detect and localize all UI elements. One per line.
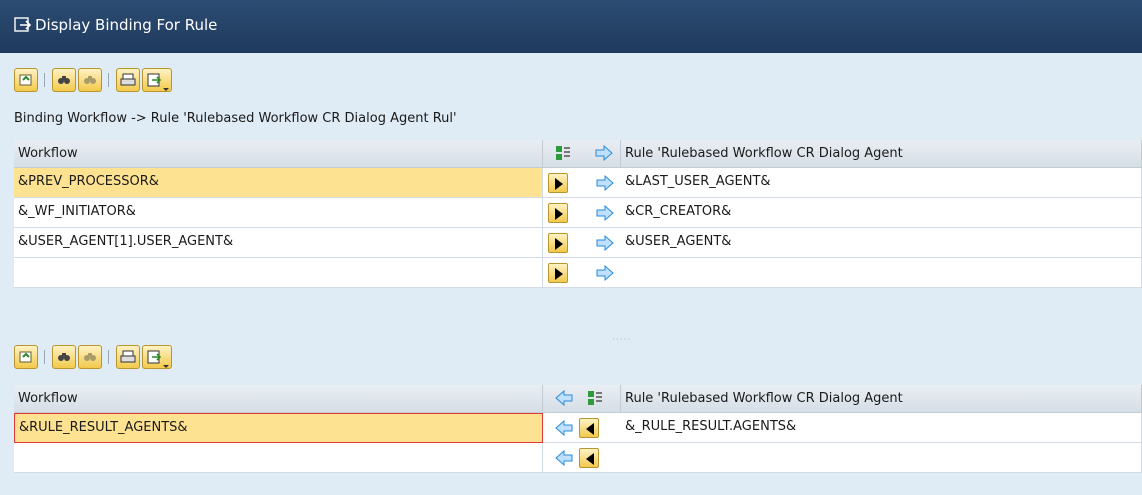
table-row-right[interactable]: &CR_CREATOR& [621,198,1142,228]
print-icon [120,350,136,363]
dropdown-icon[interactable] [163,88,169,91]
assign-button[interactable] [548,263,568,283]
window-title: Display Binding For Rule [35,16,218,34]
find-button[interactable] [52,68,76,92]
arrow-right-icon [596,205,614,221]
table-row-mid [543,258,621,288]
bottom-rule-header: Rule 'Rulebased Workflow CR Dialog Agent [621,385,1142,413]
column-header-rule: Rule 'Rulebased Workflow CR Dialog Agent [625,391,903,406]
arrow-left-icon [555,450,573,466]
assign-button[interactable] [548,173,568,193]
toolbar-separator [108,350,109,364]
assign-button[interactable] [548,233,568,253]
bottom-mid-header [543,385,621,413]
print-button[interactable] [116,345,140,369]
table-row-left[interactable]: &_WF_INITIATOR& [14,198,543,228]
table-row-left[interactable] [14,443,543,473]
refresh-icon [19,351,32,363]
binding-description: Binding Workflow -> Rule 'Rulebased Work… [14,111,457,126]
refresh-icon [19,74,32,86]
triangle-right-icon [555,208,563,220]
table-row-mid [543,168,621,198]
dropdown-icon[interactable] [163,365,169,368]
export-icon [147,73,162,87]
refresh-button[interactable] [14,68,38,92]
find-icon [58,353,70,361]
find-next-icon [84,76,96,84]
table-row-left[interactable]: &RULE_RESULT_AGENTS& [14,413,543,443]
top-workflow-header: Workflow [14,140,543,168]
arrow-right-icon [595,145,613,161]
find-button[interactable] [52,345,76,369]
toolbar-separator [44,350,45,364]
table-row-left[interactable]: &USER_AGENT[1].USER_AGENT& [14,228,543,258]
column-header-workflow: Workflow [18,146,78,161]
table-row-mid [543,228,621,258]
top-toolbar [14,68,314,96]
table-row-left[interactable] [14,258,543,288]
export-button[interactable] [142,345,172,369]
table-row-mid [543,198,621,228]
print-button[interactable] [116,68,140,92]
bottom-toolbar [14,345,314,373]
table-row-right[interactable] [621,443,1142,473]
column-header-workflow: Workflow [18,391,78,406]
export-button[interactable] [142,68,172,92]
find-next-button[interactable] [78,345,102,369]
find-icon [58,76,70,84]
triangle-right-icon [555,178,563,190]
table-row-left[interactable]: &PREV_PROCESSOR& [14,168,543,198]
top-rule-header: Rule 'Rulebased Workflow CR Dialog Agent [621,140,1142,168]
table-row-right[interactable] [621,258,1142,288]
arrow-left-icon [555,420,573,436]
table-row-right[interactable]: &USER_AGENT& [621,228,1142,258]
triangle-left-icon [586,423,594,435]
assign-back-button[interactable] [579,418,599,438]
assign-back-button[interactable] [579,448,599,468]
triangle-right-icon [555,268,563,280]
table-row-right[interactable]: &LAST_USER_AGENT& [621,168,1142,198]
top-mid-header [543,140,621,168]
table-row-right[interactable]: &_RULE_RESULT.AGENTS& [621,413,1142,443]
print-icon [120,73,136,86]
triangle-left-icon [586,453,594,465]
toolbar-separator [108,73,109,87]
assign-button[interactable] [548,203,568,223]
export-icon [147,350,162,364]
select-layout-icon[interactable] [587,390,603,406]
column-header-rule: Rule 'Rulebased Workflow CR Dialog Agent [625,146,903,161]
find-next-button[interactable] [78,68,102,92]
arrow-right-icon [596,235,614,251]
window-title-bar: Display Binding For Rule [0,0,1142,53]
bottom-workflow-header: Workflow [14,385,543,413]
table-row-mid [543,413,621,443]
pane-splitter[interactable]: ····· [612,335,631,345]
find-next-icon [84,353,96,361]
select-layout-icon[interactable] [555,145,571,161]
refresh-button[interactable] [14,345,38,369]
arrow-right-icon [596,265,614,281]
table-row-mid [543,443,621,473]
arrow-left-icon [555,390,573,406]
triangle-right-icon [555,238,563,250]
display-binding-icon [14,17,32,32]
arrow-right-icon [596,175,614,191]
toolbar-separator [44,73,45,87]
